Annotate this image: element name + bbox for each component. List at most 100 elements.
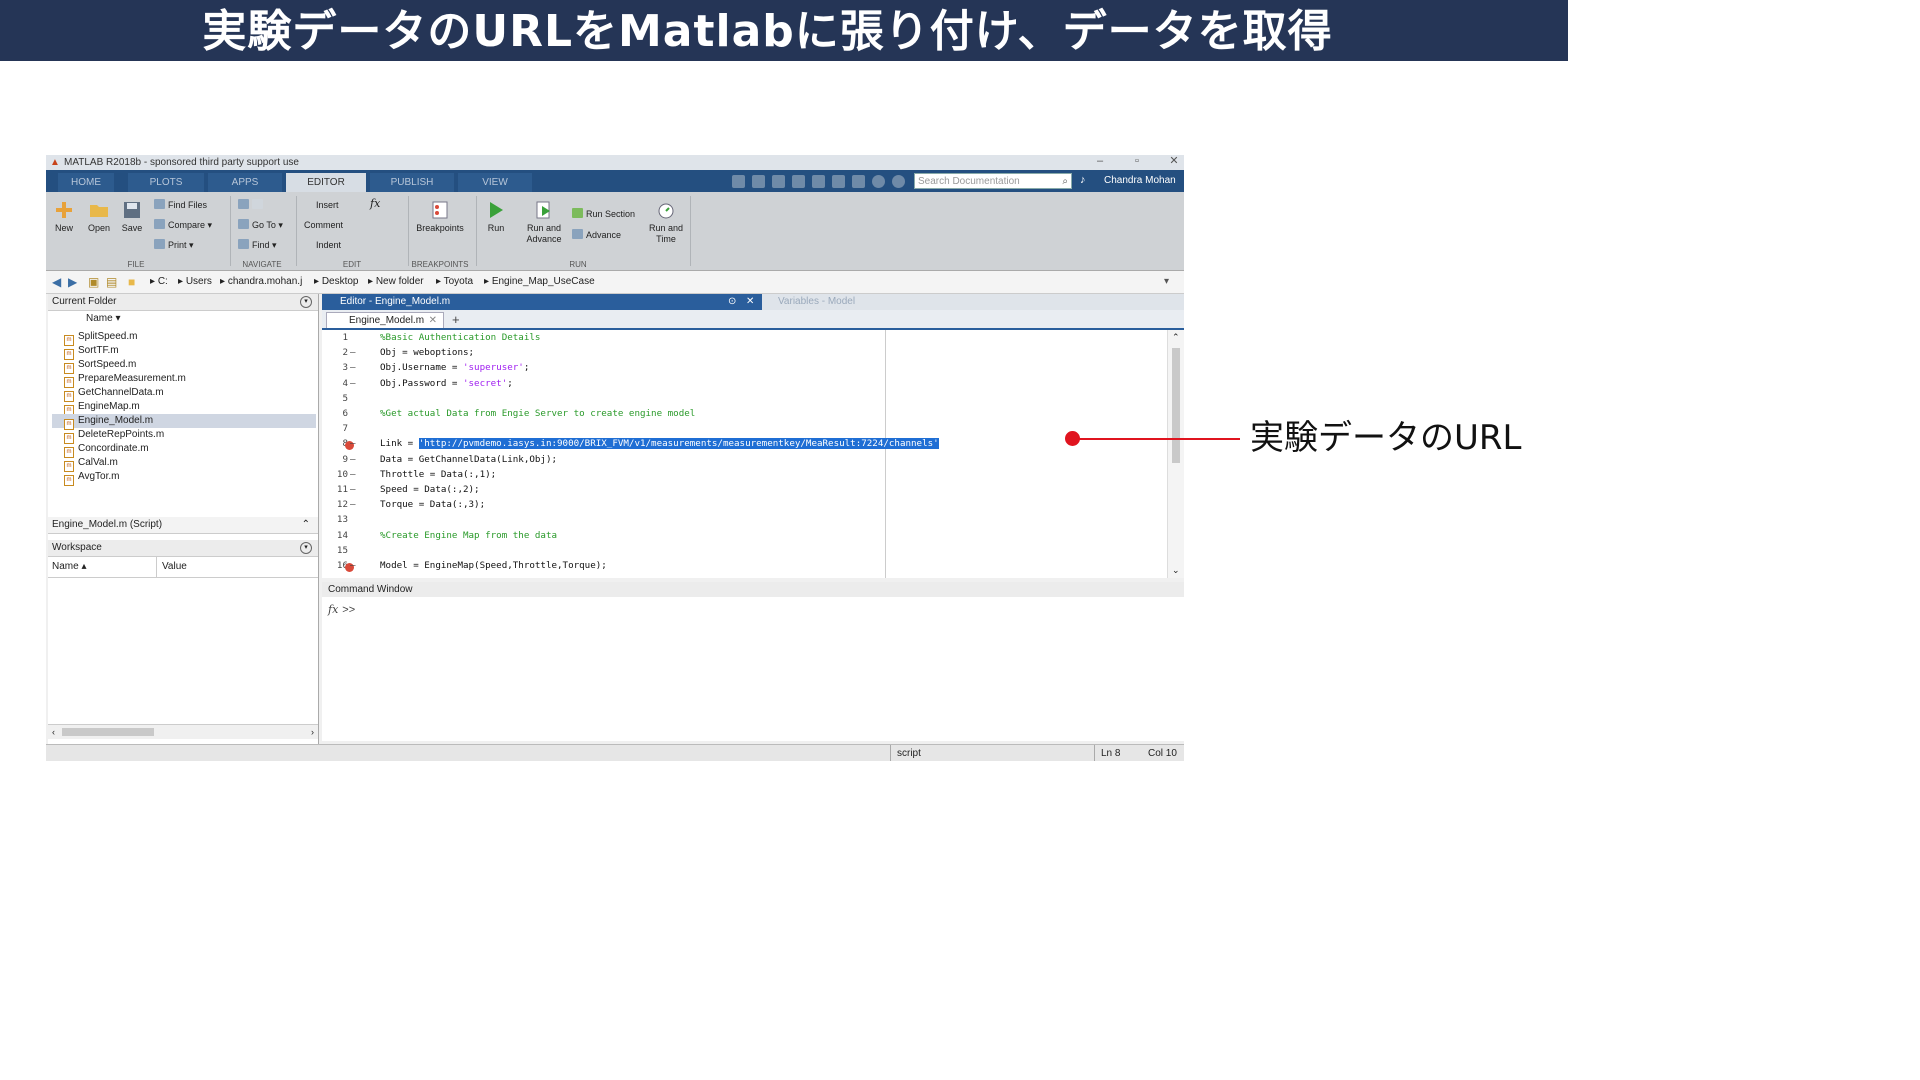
save-button[interactable]: Save: [120, 200, 144, 234]
scroll-thumb[interactable]: [1172, 348, 1180, 463]
find-files-button[interactable]: Find Files: [154, 199, 207, 211]
breakpoints-button[interactable]: Breakpoints: [414, 200, 466, 234]
advance-button[interactable]: Advance: [572, 229, 621, 241]
back-forward-nav[interactable]: [238, 199, 266, 211]
code-line[interactable]: %Basic Authentication Details: [380, 332, 540, 343]
paste-quick-icon[interactable]: [792, 175, 805, 188]
panel-actions-icon[interactable]: ▾: [300, 542, 312, 554]
settings-icon[interactable]: [892, 175, 905, 188]
executable-line-marker[interactable]: –: [350, 469, 356, 480]
redo-quick-icon[interactable]: [832, 175, 845, 188]
file-item[interactable]: m DeleteRepPoints.m: [64, 428, 314, 444]
file-item[interactable]: m Concordinate.m: [64, 442, 314, 458]
tab-plots[interactable]: PLOTS: [128, 173, 204, 192]
breadcrumb-users[interactable]: ▸ Users: [178, 271, 212, 293]
back-arrow-icon[interactable]: ◀: [52, 271, 61, 293]
up-folder-icon[interactable]: ▣: [88, 271, 99, 293]
compare-button[interactable]: Compare ▾: [154, 219, 212, 231]
breadcrumb-drive[interactable]: ▸ C:: [150, 271, 168, 293]
find-button[interactable]: Find ▾: [238, 239, 277, 251]
run-button[interactable]: Run: [484, 200, 508, 234]
minimize-button[interactable]: –: [1090, 155, 1110, 170]
code-area[interactable]: 1 %Basic Authentication Details 2– Obj = we…: [322, 330, 1167, 578]
file-item[interactable]: m AvgTor.m: [64, 470, 314, 486]
editor-actions-icon[interactable]: ⊙: [728, 294, 736, 310]
close-button[interactable]: ✕: [1164, 155, 1184, 170]
file-item[interactable]: m EngineMap.m: [64, 400, 314, 416]
scroll-down-icon[interactable]: ⌄: [1172, 565, 1180, 576]
file-item[interactable]: m PrepareMeasurement.m: [64, 372, 314, 388]
insert-function-button[interactable]: fx: [370, 198, 380, 210]
fx-icon[interactable]: fx: [328, 603, 338, 616]
close-editor-icon[interactable]: ✕: [746, 294, 754, 310]
code-line[interactable]: %Create Engine Map from the data: [380, 530, 557, 541]
run-and-time-button[interactable]: Run and Time: [644, 200, 688, 245]
help-icon[interactable]: [872, 175, 885, 188]
code-line[interactable]: Data = GetChannelData(Link,Obj);: [380, 454, 557, 465]
notification-bell-icon[interactable]: ♪: [1080, 174, 1092, 186]
new-button[interactable]: New: [52, 200, 76, 234]
new-tab-plus-icon[interactable]: +: [452, 312, 460, 328]
workspace-name-column[interactable]: Name ▴: [52, 557, 86, 577]
forward-arrow-icon[interactable]: ▶: [68, 271, 77, 293]
code-line[interactable]: %Get actual Data from Engie Server to cr…: [380, 408, 695, 419]
save-quick-icon[interactable]: [732, 175, 745, 188]
executable-line-marker[interactable]: –: [350, 347, 356, 358]
code-line[interactable]: Torque = Data(:,3);: [380, 499, 485, 510]
copy-quick-icon[interactable]: [772, 175, 785, 188]
panel-actions-icon[interactable]: ▾: [300, 296, 312, 308]
file-item-selected[interactable]: m Engine_Model.m: [52, 414, 316, 430]
code-line[interactable]: Obj.Username = 'superuser';: [380, 362, 529, 373]
print-button[interactable]: Print ▾: [154, 239, 194, 251]
code-line[interactable]: Obj = weboptions;: [380, 347, 474, 358]
breadcrumb-new-folder[interactable]: ▸ New folder: [368, 271, 424, 293]
variables-tab[interactable]: Variables - Model: [762, 294, 1184, 310]
restore-button[interactable]: ▫: [1127, 155, 1147, 170]
code-line[interactable]: Speed = Data(:,2);: [380, 484, 480, 495]
tab-editor[interactable]: EDITOR: [286, 173, 366, 192]
command-prompt[interactable]: fx >>: [328, 603, 355, 616]
close-tab-icon[interactable]: ✕: [429, 313, 437, 329]
workspace-hscrollbar[interactable]: ‹ ›: [48, 724, 318, 739]
details-bar[interactable]: Engine_Model.m (Script) ⌃: [48, 517, 318, 534]
comment-button[interactable]: Comment: [304, 219, 343, 231]
undo-quick-icon[interactable]: [812, 175, 825, 188]
file-item[interactable]: m CalVal.m: [64, 456, 314, 472]
open-button[interactable]: Open: [86, 200, 112, 234]
indent-button[interactable]: Indent: [316, 239, 341, 251]
run-section-button[interactable]: Run Section: [572, 208, 635, 220]
file-item[interactable]: m SortTF.m: [64, 344, 314, 360]
user-name[interactable]: Chandra Mohan: [1104, 170, 1176, 192]
name-column-header[interactable]: Name ▾: [64, 312, 314, 326]
breadcrumb-engine-map[interactable]: ▸ Engine_Map_UseCase: [484, 271, 595, 293]
breadcrumb-user-folder[interactable]: ▸ chandra.mohan.j: [220, 271, 302, 293]
file-tab-engine-model[interactable]: Engine_Model.m ✕: [326, 312, 444, 328]
code-line[interactable]: Obj.Password = 'secret';: [380, 378, 513, 389]
editor-vscrollbar[interactable]: ⌃ ⌄: [1167, 330, 1184, 578]
executable-line-marker[interactable]: –: [350, 454, 356, 465]
scroll-left-icon[interactable]: ‹: [52, 725, 55, 739]
path-dropdown-icon[interactable]: ▾: [1164, 271, 1169, 293]
code-line[interactable]: Model = EngineMap(Speed,Throttle,Torque)…: [380, 560, 607, 571]
executable-line-marker[interactable]: –: [350, 560, 356, 571]
breadcrumb-toyota[interactable]: ▸ Toyota: [436, 271, 473, 293]
file-item[interactable]: m GetChannelData.m: [64, 386, 314, 402]
command-window[interactable]: fx >>: [322, 597, 1184, 741]
tab-home[interactable]: HOME: [58, 173, 114, 192]
collapse-chevron-icon[interactable]: ⌃: [302, 517, 310, 533]
go-to-button[interactable]: Go To ▾: [238, 219, 283, 231]
insert-button[interactable]: Insert: [316, 199, 339, 211]
executable-line-marker[interactable]: –: [350, 362, 356, 373]
breadcrumb-desktop[interactable]: ▸ Desktop: [314, 271, 359, 293]
executable-line-marker[interactable]: –: [350, 378, 356, 389]
scroll-right-icon[interactable]: ›: [311, 725, 314, 739]
search-documentation-input[interactable]: Search Documentation ⌕: [914, 173, 1072, 189]
executable-line-marker[interactable]: –: [350, 499, 356, 510]
code-line[interactable]: Link = 'http://pvmdemo.iasys.in:9000/BRI…: [380, 438, 939, 450]
run-and-advance-button[interactable]: Run and Advance: [522, 200, 566, 245]
file-item[interactable]: m SplitSpeed.m: [64, 330, 314, 346]
tab-view[interactable]: VIEW: [458, 173, 532, 192]
executable-line-marker[interactable]: –: [350, 438, 356, 449]
cut-quick-icon[interactable]: [752, 175, 765, 188]
tab-publish[interactable]: PUBLISH: [370, 173, 454, 192]
